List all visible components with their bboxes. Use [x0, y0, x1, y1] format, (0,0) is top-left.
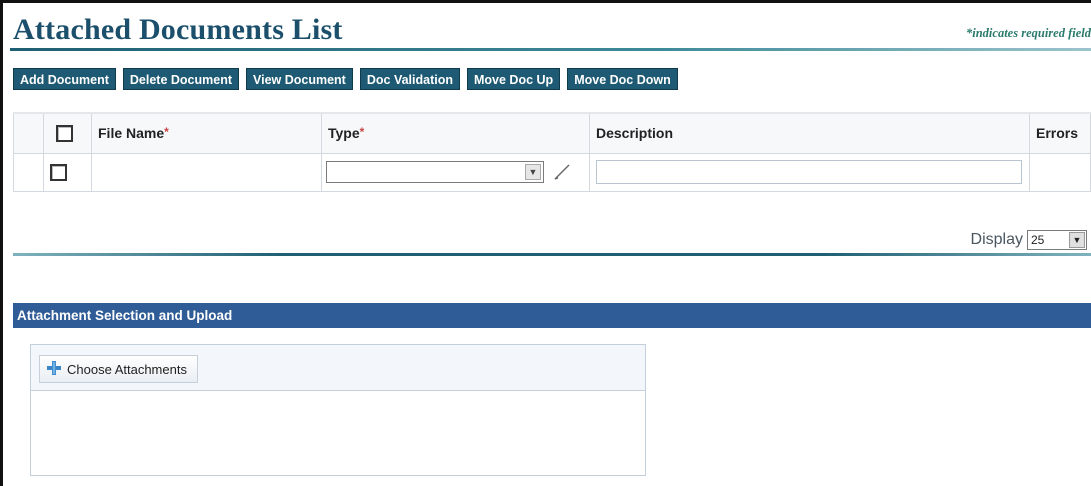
type-header-label: Type [328, 125, 360, 142]
move-doc-up-button[interactable]: Move Doc Up [467, 68, 561, 90]
add-document-button[interactable]: Add Document [13, 68, 116, 90]
move-doc-down-button[interactable]: Move Doc Down [567, 68, 678, 90]
plus-icon [47, 360, 61, 378]
documents-table: File Name* Type* Description Errors ▼ [13, 112, 1091, 192]
display-label: Display [970, 231, 1023, 248]
doc-validation-button[interactable]: Doc Validation [359, 68, 460, 90]
view-document-button[interactable]: View Document [246, 68, 353, 90]
section-divider [13, 253, 1091, 256]
chevron-down-icon[interactable]: ▼ [525, 164, 541, 180]
page-size-select[interactable]: 25 ▼ [1027, 230, 1087, 250]
column-header-description[interactable]: Description [589, 112, 1030, 154]
type-select[interactable]: ▼ [326, 161, 544, 183]
table-row: ▼ [13, 152, 1091, 192]
type-cell: ▼ [321, 152, 590, 192]
page-size-control: Display 25 ▼ [971, 230, 1087, 250]
header-select-cell [43, 112, 92, 154]
row-select-cell [43, 152, 92, 192]
upload-drop-area[interactable] [31, 391, 645, 475]
required-marker: * [359, 125, 365, 140]
page-title: Attached Documents List [13, 13, 343, 46]
description-input[interactable] [596, 160, 1022, 184]
attachment-upload-panel: Choose Attachments [30, 344, 646, 476]
row-checkbox[interactable] [50, 163, 67, 181]
file-name-cell [91, 152, 322, 192]
errors-cell [1029, 152, 1091, 192]
document-toolbar: Add Document Delete Document View Docume… [13, 68, 678, 90]
delete-document-button[interactable]: Delete Document [122, 68, 239, 90]
description-header-label: Description [596, 125, 674, 142]
column-header-file-name[interactable]: File Name* [91, 112, 322, 154]
required-field-note: *indicates required field [966, 26, 1091, 40]
table-header-row: File Name* Type* Description Errors [13, 112, 1091, 154]
choose-attachments-label: Choose Attachments [67, 361, 187, 377]
header-spacer-cell [13, 112, 44, 154]
file-name-header-label: File Name [98, 125, 165, 142]
row-spacer-cell [13, 152, 44, 192]
page-size-value: 25 [1031, 233, 1045, 247]
select-all-checkbox[interactable] [56, 125, 73, 143]
chevron-down-icon[interactable]: ▼ [1069, 232, 1085, 248]
required-marker: * [164, 125, 169, 140]
upload-panel-header: Choose Attachments [31, 345, 645, 391]
title-divider [10, 48, 1091, 51]
column-header-type[interactable]: Type* [321, 112, 590, 154]
attachment-section-header: Attachment Selection and Upload [13, 303, 1091, 328]
errors-header-label: Errors [1036, 125, 1079, 142]
column-header-errors[interactable]: Errors [1029, 112, 1091, 154]
pencil-icon[interactable] [552, 161, 572, 184]
choose-attachments-button[interactable]: Choose Attachments [39, 355, 198, 383]
description-cell [589, 152, 1030, 192]
